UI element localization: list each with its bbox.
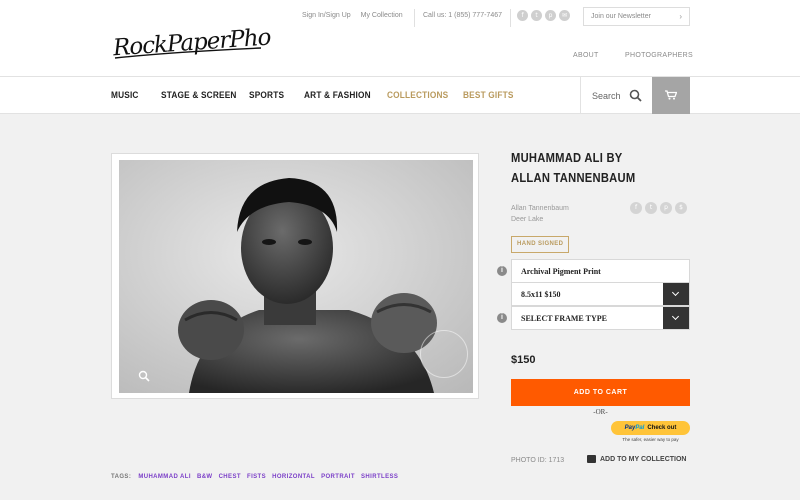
search-box[interactable]: Search	[580, 77, 652, 114]
account-links: Sign In/Sign Up My Collection	[302, 12, 411, 19]
add-to-collection-button[interactable]: ADD TO MY COLLECTION	[587, 455, 686, 463]
paypal-brand-part1: Pay	[624, 425, 636, 431]
paypal-brand-part2: Pal	[635, 425, 645, 431]
frame-select-value: SELECT FRAME TYPE	[521, 314, 607, 323]
paypal-checkout-button[interactable]: PayPal Check out	[611, 421, 690, 435]
chevron-right-icon: ›	[679, 12, 682, 21]
info-icon[interactable]: i	[497, 266, 507, 276]
sign-in-link[interactable]: Sign In/Sign Up	[302, 12, 351, 19]
nav-sports[interactable]: SPORTS	[249, 90, 284, 100]
nav-music[interactable]: MUSIC	[111, 90, 139, 100]
print-type-option: Archival Pigment Print	[511, 259, 690, 283]
tags-label: TAGS:	[111, 474, 132, 480]
facebook-icon[interactable]: f	[630, 202, 642, 214]
twitter-icon[interactable]: t	[531, 10, 542, 21]
frame-select[interactable]: SELECT FRAME TYPE	[511, 306, 690, 330]
main-nav: MUSIC STAGE & SCREEN SPORTS ART & FASHIO…	[0, 77, 800, 114]
tag-link[interactable]: FISTS	[247, 474, 266, 480]
photographers-link[interactable]: PHOTOGRAPHERS	[625, 52, 693, 59]
my-collection-link[interactable]: My Collection	[361, 12, 403, 19]
tag-link[interactable]: HORIZONTAL	[272, 474, 315, 480]
tag-link[interactable]: SHIRTLESS	[361, 474, 398, 480]
nav-collections[interactable]: COLLECTIONS	[387, 90, 448, 100]
tag-link[interactable]: PORTRAIT	[321, 474, 355, 480]
tags-row: TAGS: MUHAMMAD ALI B&W CHEST FISTS HORIZ…	[111, 474, 402, 480]
watermark-seal	[420, 330, 468, 378]
product-photo[interactable]	[119, 160, 473, 393]
add-to-cart-button[interactable]: ADD TO CART	[511, 379, 690, 406]
product-title: MUHAMMAD ALI BY ALLAN TANNENBAUM	[511, 150, 636, 185]
newsletter-label: Join our Newsletter	[591, 13, 651, 20]
artist-name[interactable]: Allan Tannenbaum	[511, 203, 569, 214]
photo-id: PHOTO ID: 1713	[511, 457, 565, 464]
paypal-tagline: The safer, easier way to pay	[622, 437, 679, 442]
pinterest-icon[interactable]: p	[660, 202, 672, 214]
paypal-checkout-label: Check out	[647, 425, 677, 431]
size-select-value: 8.5x11 $150	[521, 290, 561, 299]
email-icon[interactable]: ✉	[559, 10, 570, 21]
zoom-icon[interactable]	[138, 370, 150, 382]
divider	[414, 9, 415, 27]
add-to-collection-label: ADD TO MY COLLECTION	[600, 455, 687, 463]
cart-button[interactable]	[652, 77, 690, 114]
pinterest-icon[interactable]: p	[545, 10, 556, 21]
artist-info: Allan Tannenbaum Deer Lake	[511, 203, 569, 225]
nav-art-fashion[interactable]: ART & FASHION	[304, 90, 371, 100]
hand-signed-badge: HAND SIGNED	[511, 236, 570, 253]
info-icon[interactable]: i	[497, 313, 507, 323]
size-select[interactable]: 8.5x11 $150	[511, 282, 690, 306]
or-divider: -OR-	[593, 408, 608, 416]
rock-paper-photo-logo[interactable]: RockPaperPhoto	[111, 14, 271, 66]
cart-icon	[665, 90, 677, 100]
phone-number: Call us: 1 (855) 777-7467	[423, 12, 502, 19]
about-link[interactable]: ABOUT	[573, 52, 599, 59]
tag-link[interactable]: CHEST	[219, 474, 241, 480]
print-type-label: Archival Pigment Print	[521, 267, 601, 276]
product-photo-frame	[111, 153, 479, 399]
twitter-icon[interactable]: t	[645, 202, 657, 214]
photo-location: Deer Lake	[511, 216, 544, 223]
nav-stage-screen[interactable]: STAGE & SCREEN	[161, 90, 237, 100]
tag-link[interactable]: B&W	[197, 474, 213, 480]
price: $150	[511, 354, 536, 366]
nav-best-gifts[interactable]: BEST GIFTS	[463, 90, 514, 100]
tag-link[interactable]: MUHAMMAD ALI	[138, 474, 191, 480]
chevron-down-icon[interactable]	[663, 307, 689, 329]
newsletter-signup[interactable]: Join our Newsletter ›	[583, 7, 690, 26]
chevron-down-icon[interactable]	[663, 283, 689, 305]
social-links-header: f t p ✉	[517, 10, 570, 21]
social-share: f t p $	[630, 202, 687, 214]
collection-icon	[587, 455, 596, 463]
top-header: RockPaperPhoto Sign In/Sign Up My Collec…	[0, 0, 800, 77]
divider	[510, 9, 511, 27]
search-icon	[629, 89, 642, 102]
search-label: Search	[592, 91, 621, 101]
email-icon[interactable]: $	[675, 202, 687, 214]
facebook-icon[interactable]: f	[517, 10, 528, 21]
